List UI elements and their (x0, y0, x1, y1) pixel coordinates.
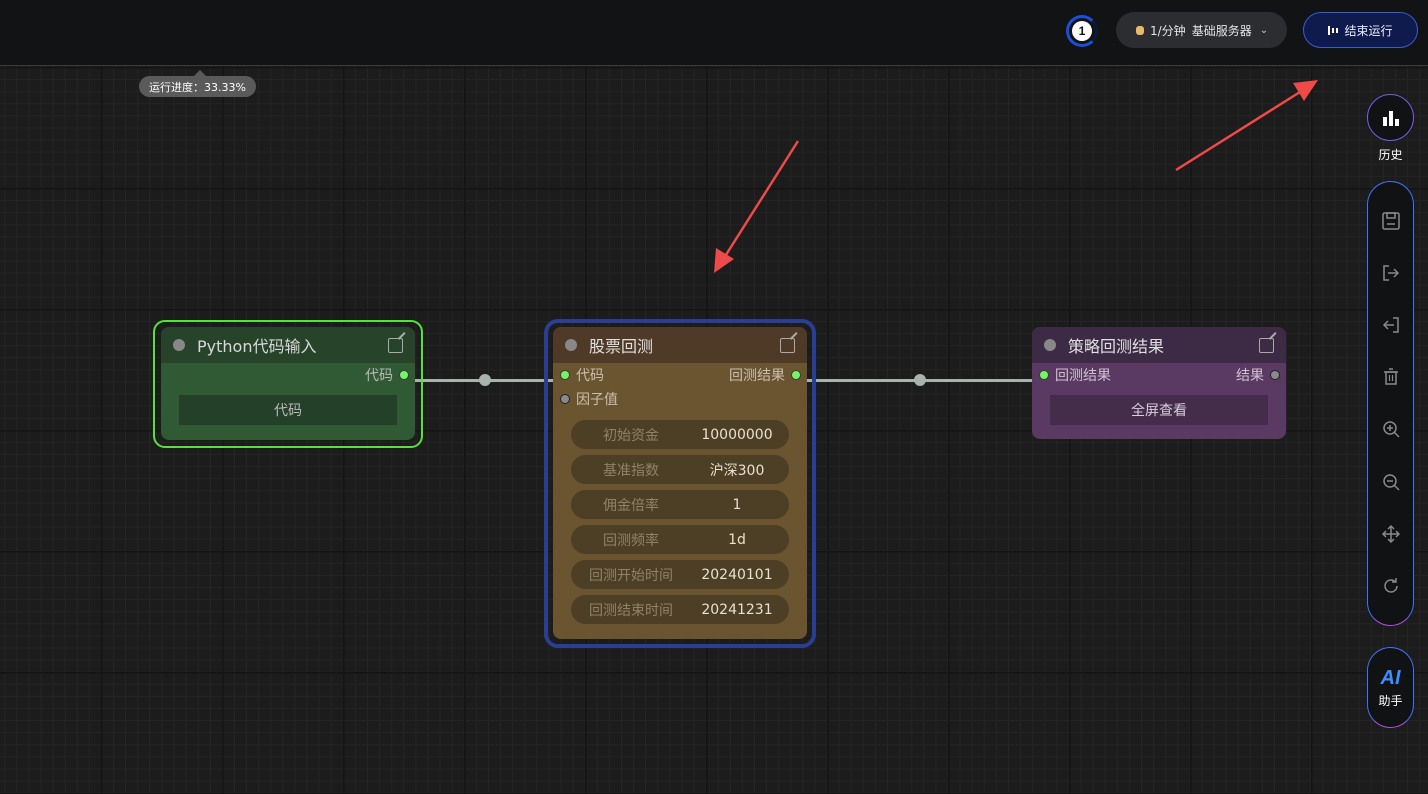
edit-icon[interactable] (780, 338, 795, 353)
input-slot[interactable]: 回测结果 结果 (1032, 363, 1286, 387)
stock-backtest-node[interactable]: 股票回测 代码 回测结果 因子值 初始资金 10000000 基准指数 沪深30… (553, 327, 807, 639)
zoom-out-icon[interactable] (1381, 472, 1401, 492)
fullscreen-view-button[interactable]: 全屏查看 (1050, 395, 1268, 425)
input-label: 因子值 (576, 392, 618, 408)
param-key: 佣金倍率 (603, 497, 659, 514)
input-slot[interactable]: 因子值 (553, 387, 807, 411)
param-value: 20240101 (701, 566, 773, 583)
param-value: 10000000 (701, 426, 773, 443)
input-label: 回测结果 (1055, 368, 1111, 384)
backtest-result-node[interactable]: 策略回测结果 回测结果 结果 全屏查看 (1032, 327, 1286, 439)
refresh-icon[interactable] (1381, 576, 1401, 596)
export-icon[interactable] (1381, 263, 1401, 283)
ai-logo: AI (1380, 666, 1401, 689)
param-widget[interactable]: 基准指数 沪深300 (571, 455, 789, 484)
param-key: 回测频率 (603, 532, 659, 549)
node-header[interactable]: 策略回测结果 (1032, 327, 1286, 363)
zoom-in-icon[interactable] (1381, 419, 1401, 439)
node-header[interactable]: Python代码输入 (161, 327, 415, 363)
param-value: 1d (728, 531, 746, 548)
param-widget[interactable]: 初始资金 10000000 (571, 420, 789, 449)
code-editor-button[interactable]: 代码 (179, 395, 397, 425)
annotation-arrow-node (722, 140, 800, 259)
output-port[interactable] (1270, 370, 1280, 380)
input-label: 代码 (576, 368, 604, 384)
output-label: 代码 (365, 368, 393, 384)
ai-assistant-button[interactable]: AI 助手 (1367, 647, 1414, 728)
input-port[interactable] (1039, 370, 1049, 380)
node-status-dot[interactable] (173, 339, 185, 351)
node-status-dot[interactable] (565, 339, 577, 351)
param-widget[interactable]: 回测频率 1d (571, 525, 789, 554)
node-header[interactable]: 股票回测 (553, 327, 807, 363)
input-port[interactable] (560, 394, 570, 404)
node-title: 股票回测 (589, 337, 654, 356)
save-icon[interactable] (1381, 211, 1401, 231)
annotation-arrowhead-node (714, 248, 734, 273)
node-title: 策略回测结果 (1068, 337, 1165, 356)
python-code-node[interactable]: Python代码输入 代码 代码 (161, 327, 415, 440)
edit-icon[interactable] (1259, 338, 1274, 353)
output-label: 结果 (1236, 368, 1264, 384)
wire-midpoint[interactable] (914, 374, 926, 386)
code-button-label: 代码 (274, 403, 302, 419)
param-key: 回测开始时间 (589, 567, 673, 584)
param-widget[interactable]: 回测结束时间 20241231 (571, 595, 789, 624)
move-icon[interactable] (1381, 524, 1401, 544)
annotation-arrowhead-stop (1293, 80, 1318, 101)
param-widget[interactable]: 回测开始时间 20240101 (571, 560, 789, 589)
output-port[interactable] (791, 370, 801, 380)
wire-midpoint[interactable] (479, 374, 491, 386)
trash-icon[interactable] (1381, 367, 1401, 387)
canvas-tool-panel (1367, 181, 1414, 626)
import-icon[interactable] (1381, 315, 1401, 335)
history-button[interactable]: 历史 (1367, 94, 1414, 163)
output-port[interactable] (399, 370, 409, 380)
param-widget[interactable]: 佣金倍率 1 (571, 490, 789, 519)
input-slot[interactable]: 代码 回测结果 (553, 363, 807, 387)
ai-assistant-label: 助手 (1378, 693, 1403, 708)
annotation-arrow-stop (1175, 90, 1301, 172)
param-value: 沪深300 (709, 462, 765, 479)
output-slot[interactable]: 代码 (161, 363, 415, 387)
fullscreen-button-label: 全屏查看 (1131, 403, 1187, 419)
node-status-dot[interactable] (1044, 339, 1056, 351)
param-value: 1 (732, 496, 742, 513)
bar-chart-icon (1367, 94, 1414, 141)
edit-icon[interactable] (388, 338, 403, 353)
input-port[interactable] (560, 370, 570, 380)
param-key: 初始资金 (603, 427, 659, 444)
history-label: 历史 (1378, 148, 1403, 162)
param-key: 回测结束时间 (589, 602, 673, 619)
param-value: 20241231 (701, 601, 773, 618)
output-label: 回测结果 (729, 368, 785, 384)
param-key: 基准指数 (603, 462, 659, 479)
node-title: Python代码输入 (197, 337, 317, 356)
